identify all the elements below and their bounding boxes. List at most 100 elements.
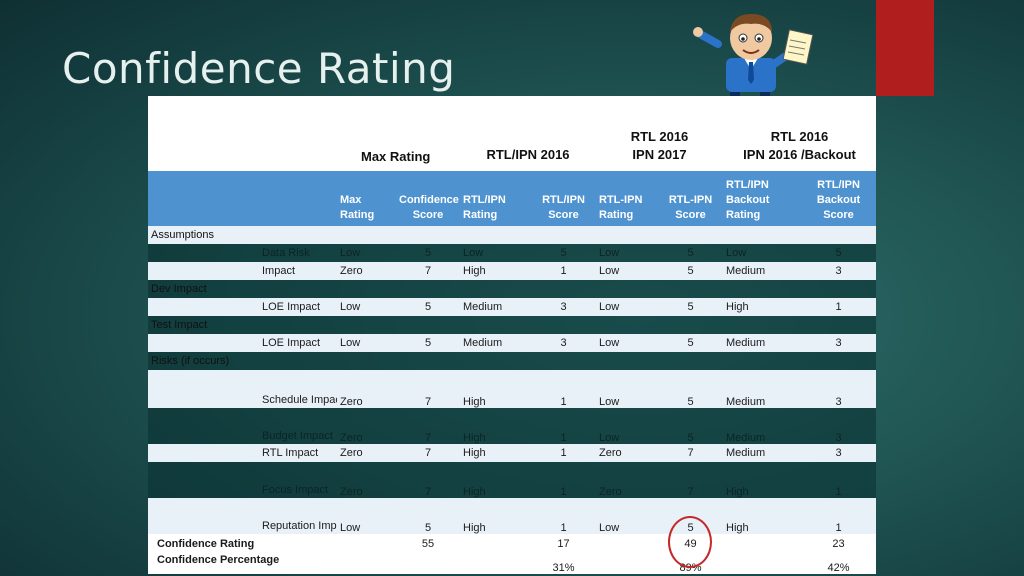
confidence-score-cell: 5 — [396, 334, 460, 352]
score-cell: 1 — [531, 408, 596, 444]
table-row: Budget Impact Zero 7 High 1 Low 5 Medium… — [148, 408, 877, 444]
max-rating-cell: Low — [337, 244, 396, 262]
score-cell: 3 — [801, 370, 877, 408]
score-cell: 3 — [531, 334, 596, 352]
col-rtl-ipn-score-2017: RTL-IPN Score — [658, 171, 724, 226]
confidence-score-cell: 5 — [396, 298, 460, 316]
score-cell: 5 — [658, 408, 724, 444]
percentage-cell: 31% — [531, 554, 596, 574]
col-confidence-score: Confidence Score — [396, 171, 460, 226]
table-row: Data Risk Low 5 Low 5 Low 5 Low 5 — [148, 244, 877, 262]
col-rtl-ipn-rating: RTL/IPN Rating — [460, 171, 531, 226]
rating-cell: High — [460, 498, 531, 534]
group-header-row: Max Rating RTL/IPN 2016 RTL 2016 IPN 2017… — [148, 96, 877, 171]
confidence-rating-label: Confidence Rating — [148, 534, 396, 554]
row-name: Schedule Impact — [259, 370, 337, 408]
confidence-score-cell: 7 — [396, 444, 460, 462]
score-cell: 5 — [658, 244, 724, 262]
rating-cell: Low — [596, 298, 658, 316]
col-rtl-ipn-rating-2017: RTL-IPN Rating — [596, 171, 658, 226]
percentage-cell: 42% — [801, 554, 877, 574]
rating-cell: Medium — [460, 298, 531, 316]
row-name: Focus Impact — [259, 462, 337, 498]
confidence-table-panel: Max Rating RTL/IPN 2016 RTL 2016 IPN 2017… — [148, 96, 877, 574]
score-cell: 5 — [658, 262, 724, 280]
confidence-rating-table: Max Rating RTL/IPN 2016 RTL 2016 IPN 2017… — [148, 96, 877, 574]
rating-cell: Medium — [723, 334, 802, 352]
max-rating-cell: Low — [337, 298, 396, 316]
max-rating-cell: Zero — [337, 462, 396, 498]
rating-cell: Medium — [723, 408, 802, 444]
section-assumptions: Assumptions — [148, 226, 877, 244]
row-name: Budget Impact — [259, 408, 337, 444]
max-rating-cell: Low — [337, 498, 396, 534]
score-cell: 5 — [658, 298, 724, 316]
max-rating-cell: Zero — [337, 370, 396, 408]
table-row: Impact Zero 7 High 1 Low 5 Medium 3 — [148, 262, 877, 280]
rating-cell: Zero — [596, 462, 658, 498]
max-rating-cell: Zero — [337, 408, 396, 444]
score-cell: 5 — [801, 244, 877, 262]
rating-cell: High — [723, 498, 802, 534]
confidence-score-cell: 7 — [396, 262, 460, 280]
col-backout-score: RTL/IPN Backout Score — [801, 171, 877, 226]
table-row: Focus Impact Zero 7 High 1 Zero 7 High 1 — [148, 462, 877, 498]
rating-cell: High — [460, 444, 531, 462]
score-cell: 1 — [531, 262, 596, 280]
table-row: Reputation Impact Low 5 High 1 Low 5 Hig… — [148, 498, 877, 534]
percentage-cell: 89% — [658, 554, 724, 574]
table-row: LOE Impact Low 5 Medium 3 Low 5 High 1 — [148, 298, 877, 316]
confidence-score-cell: 7 — [396, 462, 460, 498]
group-backout: RTL 2016 IPN 2016 /Backout — [723, 96, 877, 171]
section-dev-impact: Dev Impact — [148, 280, 877, 298]
column-header-row: Max Rating Confidence Score RTL/IPN Rati… — [148, 171, 877, 226]
rating-cell: Low — [723, 244, 802, 262]
table-row: Schedule Impact Zero 7 High 1 Low 5 Medi… — [148, 370, 877, 408]
col-backout-rating: RTL/IPN Backout Rating — [723, 171, 802, 226]
section-row: Assumptions — [148, 226, 877, 244]
total-score: 23 — [801, 534, 877, 554]
col-rtl-ipn-score: RTL/IPN Score — [531, 171, 596, 226]
total-score: 17 — [531, 534, 596, 554]
row-name: Data Risk — [259, 244, 337, 262]
col-max-rating: Max Rating — [337, 171, 396, 226]
group-rtl2016-ipn2017: RTL 2016 IPN 2017 — [596, 96, 724, 171]
section-test-impact: Test Impact — [148, 316, 877, 334]
max-rating-cell: Zero — [337, 444, 396, 462]
slide-title: Confidence Rating — [62, 44, 456, 93]
group-line-2: IPN 2017 — [632, 147, 687, 162]
confidence-score-cell: 5 — [396, 244, 460, 262]
section-row: Test Impact — [148, 316, 877, 334]
max-rating-cell: Low — [337, 334, 396, 352]
rating-cell: Low — [596, 498, 658, 534]
rating-cell: High — [723, 462, 802, 498]
group-max-rating: Max Rating — [337, 96, 460, 171]
confidence-rating-total-row: Confidence Rating 55 17 49 23 — [148, 534, 877, 554]
rating-cell: High — [460, 370, 531, 408]
rating-cell: Medium — [723, 444, 802, 462]
table-row: RTL Impact Zero 7 High 1 Zero 7 Medium 3 — [148, 444, 877, 462]
row-name: RTL Impact — [259, 444, 337, 462]
total-score: 49 — [658, 534, 724, 554]
row-name: Impact — [259, 262, 337, 280]
score-cell: 3 — [801, 334, 877, 352]
rating-cell: Low — [596, 408, 658, 444]
red-accent-tab — [876, 0, 934, 96]
score-cell: 3 — [801, 444, 877, 462]
confidence-score-cell: 7 — [396, 370, 460, 408]
score-cell: 1 — [801, 462, 877, 498]
group-line-2: IPN 2016 /Backout — [743, 147, 856, 162]
table-row: LOE Impact Low 5 Medium 3 Low 5 Medium 3 — [148, 334, 877, 352]
rating-cell: High — [460, 262, 531, 280]
rating-cell: Zero — [596, 444, 658, 462]
rating-cell: High — [723, 298, 802, 316]
score-cell: 5 — [658, 370, 724, 408]
rating-cell: Medium — [723, 370, 802, 408]
row-name: LOE Impact — [259, 298, 337, 316]
row-name: Reputation Impact — [259, 498, 337, 534]
rating-cell: Medium — [723, 262, 802, 280]
rating-cell: Low — [596, 262, 658, 280]
rating-cell: Low — [596, 370, 658, 408]
row-name: LOE Impact — [259, 334, 337, 352]
score-cell: 3 — [801, 408, 877, 444]
